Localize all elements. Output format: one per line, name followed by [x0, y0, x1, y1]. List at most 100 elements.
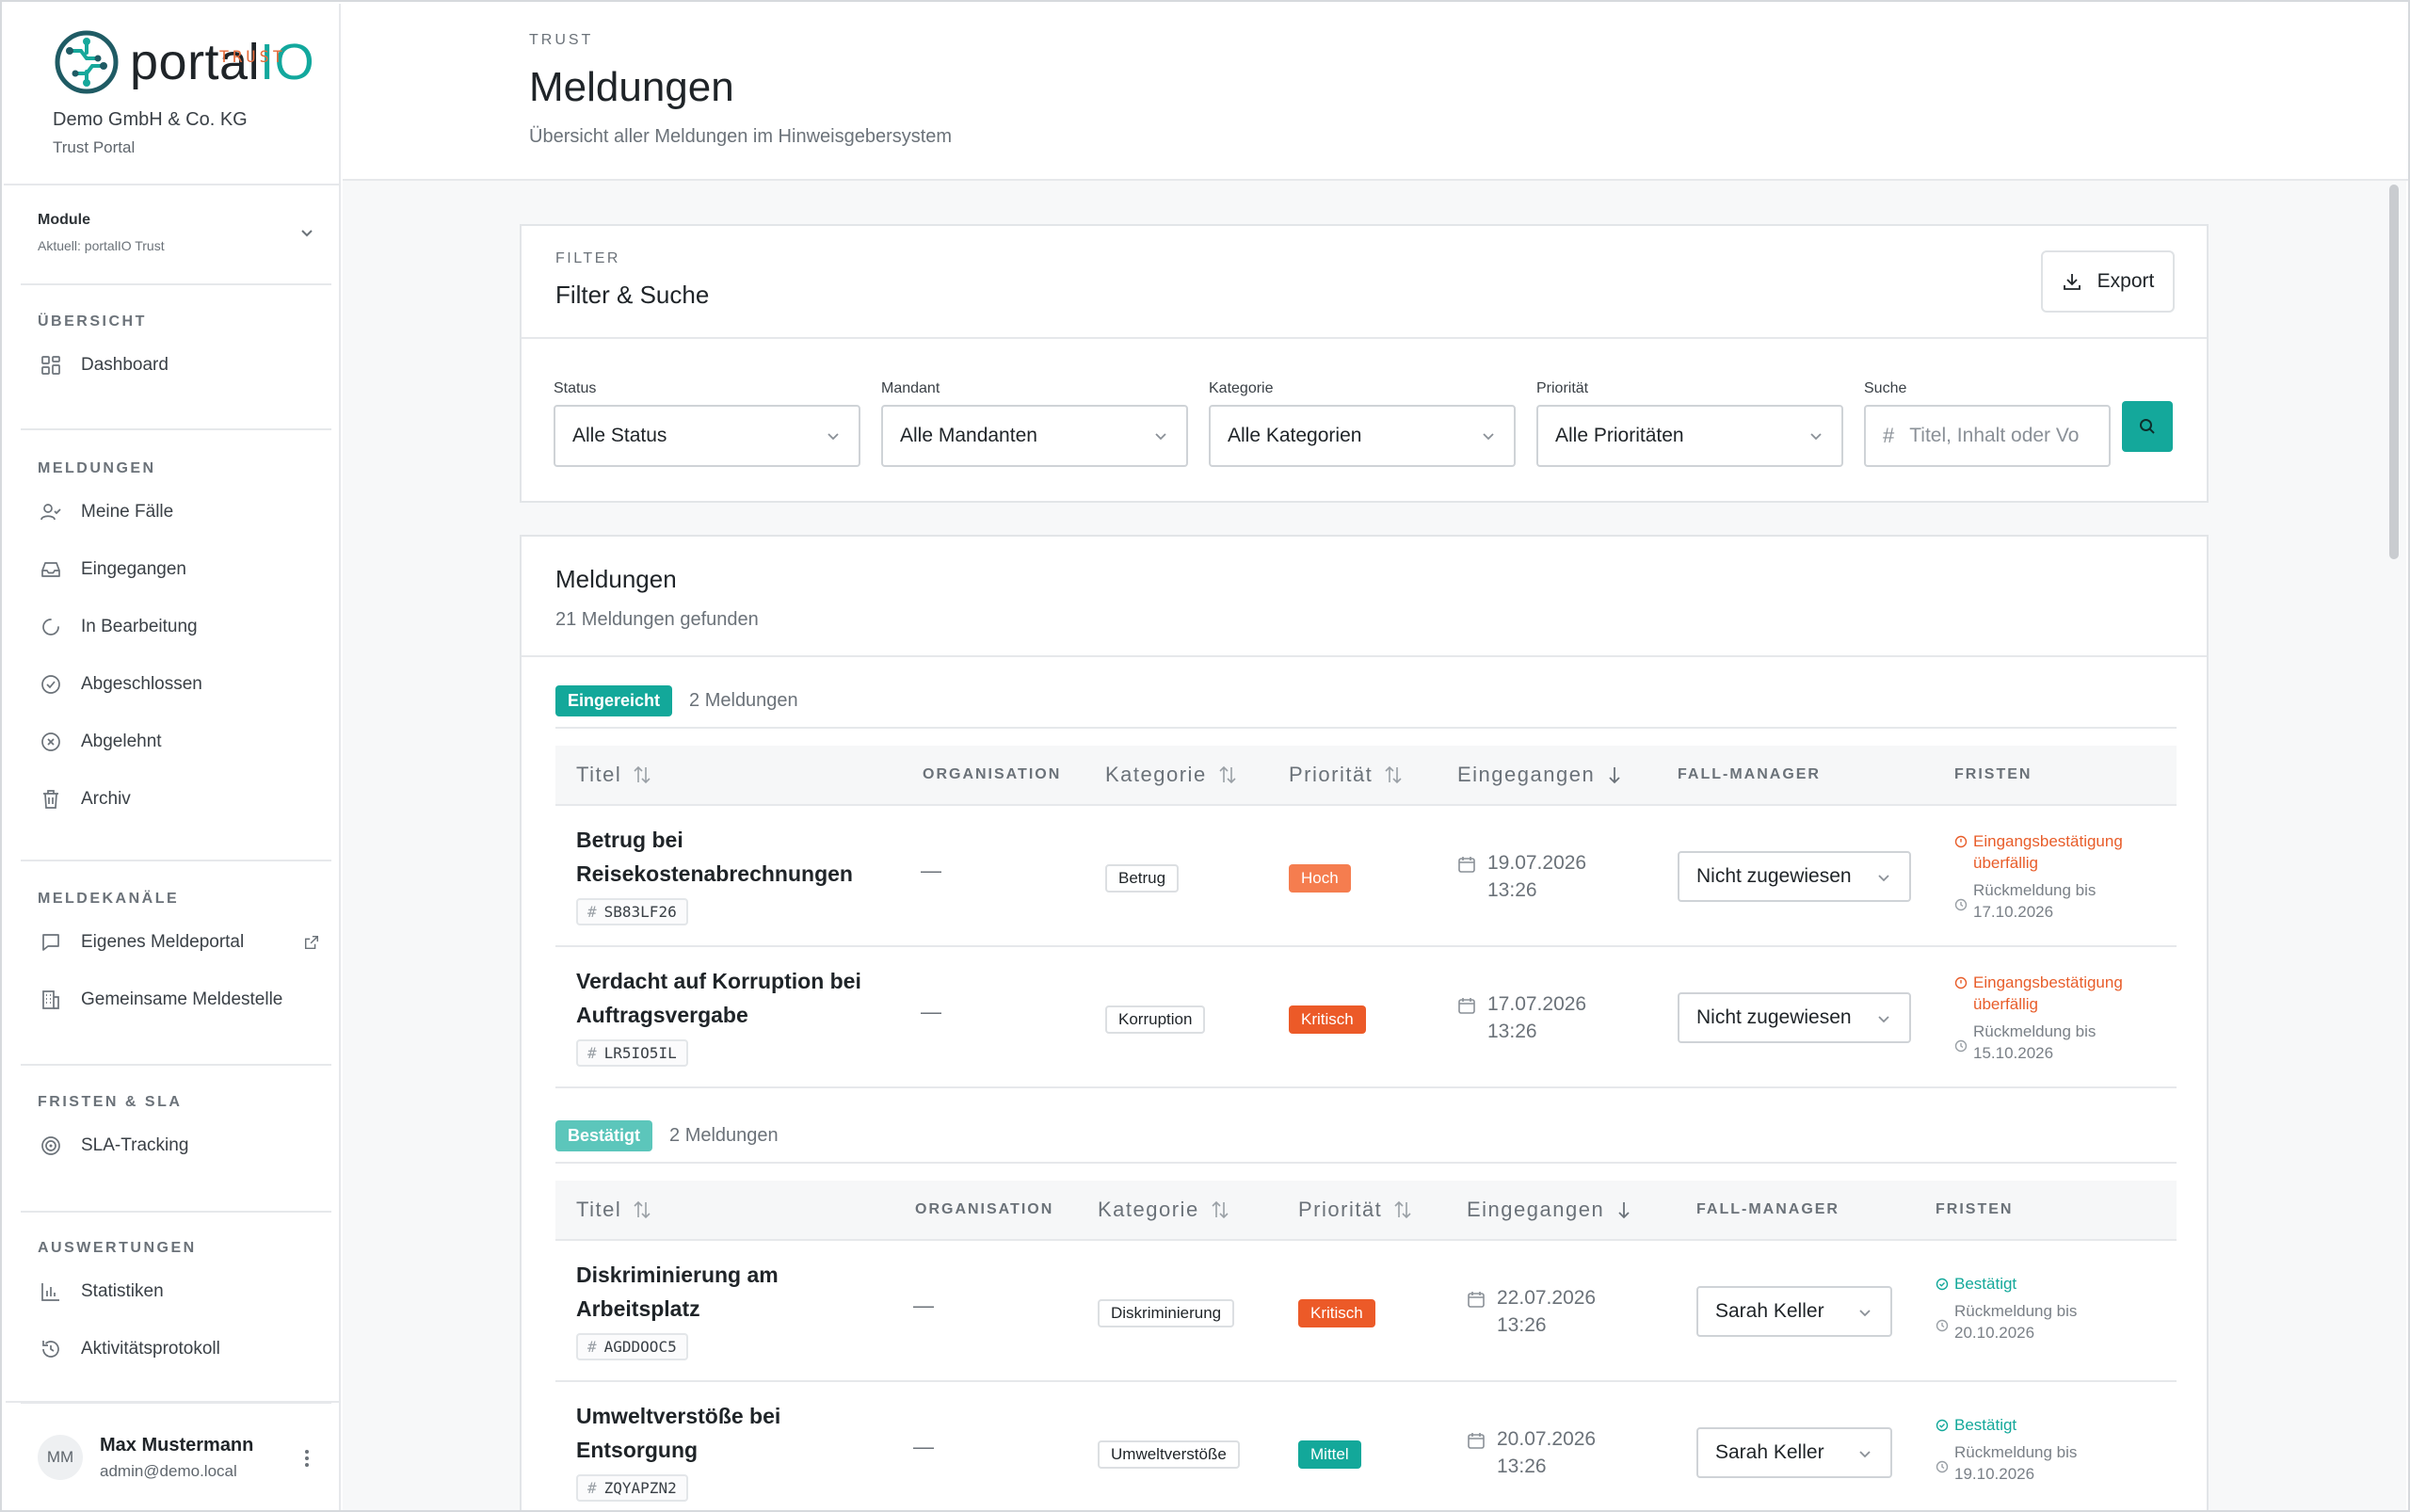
- nav-heading-analytics: AUSWERTUNGEN: [38, 1240, 197, 1256]
- deadlines-cell: Eingangsbestätigung überfällig Rückmeldun…: [1954, 830, 2123, 923]
- results-header: Meldungen 21 Meldungen gefunden: [522, 537, 2207, 657]
- filter-header: FILTER Filter & Suche Export: [522, 226, 2207, 339]
- status-badge: Bestätigt: [555, 1119, 653, 1151]
- col-received[interactable]: Eingegangen: [1457, 746, 1623, 804]
- sidebar-item-activity-log[interactable]: Aktivitätsprotokoll: [21, 1320, 331, 1377]
- manager-select[interactable]: Sarah Keller: [1696, 1286, 1892, 1337]
- col-category[interactable]: Kategorie: [1098, 1181, 1229, 1239]
- search-icon: [2140, 419, 2155, 434]
- scrollbar-thumb[interactable]: [2389, 185, 2399, 559]
- sidebar-item-sla-tracking[interactable]: SLA-Tracking: [21, 1117, 331, 1174]
- table-row[interactable]: Umweltverstöße bei Entsorgung # ZQYAPZN2 —…: [555, 1384, 2177, 1510]
- search-input[interactable]: # Titel, Inhalt oder Vo: [1864, 405, 2111, 467]
- sidebar-item-completed[interactable]: Abgeschlossen: [21, 655, 331, 713]
- user-email: admin@demo.local: [100, 1461, 237, 1480]
- logo-icon: [55, 30, 119, 94]
- select-value: Alle Prioritäten: [1555, 425, 1684, 446]
- manager-value: Nicht zugewiesen: [1696, 1006, 1852, 1028]
- group-header: Bestätigt 2 Meldungen: [555, 1113, 2177, 1164]
- sidebar-item-label: Meine Fälle: [81, 501, 174, 522]
- status-badge: Eingereicht: [555, 684, 673, 716]
- filter-priority: Priorität Alle Prioritäten: [1536, 380, 1843, 467]
- sidebar-item-rejected[interactable]: Abgelehnt: [21, 713, 331, 770]
- status-group-confirmed: Bestätigt 2 Meldungen Titel ORGANISATION…: [555, 1113, 2177, 1502]
- deadlines-cell: Bestätigt Rückmeldung bis 19.10.2026: [1936, 1414, 2077, 1485]
- priority-select[interactable]: Alle Prioritäten: [1536, 405, 1843, 467]
- sidebar-item-shared-office[interactable]: Gemeinsame Meldestelle: [21, 971, 331, 1028]
- col-priority[interactable]: Priorität: [1289, 746, 1403, 804]
- clock-alert-icon: [1954, 976, 1968, 989]
- group-count: 2 Meldungen: [689, 689, 798, 711]
- col-title[interactable]: Titel: [576, 1181, 651, 1239]
- clock-icon: [1954, 898, 1968, 911]
- module-switcher[interactable]: Module Aktuell: portalIO Trust: [21, 185, 331, 285]
- deadline-response: Rückmeldung bis 20.10.2026: [1936, 1300, 2077, 1343]
- sidebar-item-label: Statistiken: [81, 1280, 164, 1301]
- app-window: portalIO TRUST Demo GmbH & Co. KG Trust …: [0, 0, 2410, 1512]
- organisation-value: —: [921, 1000, 941, 1023]
- chevron-down-icon: [1878, 875, 1889, 882]
- manager-select[interactable]: Nicht zugewiesen: [1678, 992, 1911, 1043]
- filter-search: Suche # Titel, Inhalt oder Vo: [1864, 380, 2111, 467]
- sidebar-item-received[interactable]: Eingegangen: [21, 540, 331, 598]
- export-label: Export: [2097, 270, 2155, 292]
- table-row[interactable]: Betrug bei Reisekostenabrechnungen # SB83L…: [555, 808, 2177, 947]
- sidebar-item-in-progress[interactable]: In Bearbeitung: [21, 598, 331, 655]
- filter-title: Filter & Suche: [555, 281, 710, 309]
- more-vertical-icon[interactable]: [303, 1448, 311, 1469]
- loader-icon: [42, 618, 59, 635]
- priority-badge: Kritisch: [1289, 1005, 1366, 1034]
- page-title: Meldungen: [529, 64, 734, 110]
- col-organisation: ORGANISATION: [923, 766, 1062, 782]
- table-row[interactable]: Diskriminierung am Arbeitsplatz # AGDDOOC5…: [555, 1243, 2177, 1382]
- status-select[interactable]: Alle Status: [554, 405, 860, 467]
- manager-select[interactable]: Sarah Keller: [1696, 1427, 1892, 1478]
- logo-subtitle: TRUST: [218, 48, 286, 67]
- sidebar-item-archive[interactable]: Archiv: [21, 770, 331, 828]
- sidebar: portalIO TRUST Demo GmbH & Co. KG Trust …: [4, 4, 341, 1510]
- sidebar-item-statistics[interactable]: Statistiken: [21, 1263, 331, 1320]
- nav-heading-channels: MELDEKANÄLE: [38, 891, 180, 907]
- filter-kicker: FILTER: [555, 250, 620, 266]
- deadline-response: Rückmeldung bis 15.10.2026: [1954, 1021, 2123, 1064]
- sidebar-item-label: Eingegangen: [81, 558, 186, 579]
- filter-tenant: Mandant Alle Mandanten: [881, 380, 1188, 467]
- col-category[interactable]: Kategorie: [1105, 746, 1237, 804]
- status-group-submitted: Eingereicht 2 Meldungen Titel ORGANISATI…: [555, 678, 2177, 1088]
- col-received[interactable]: Eingegangen: [1467, 1181, 1632, 1239]
- nav-section-overview: ÜBERSICHT Dashboard: [21, 314, 331, 430]
- filter-status: Status Alle Status: [554, 380, 860, 467]
- table-row[interactable]: Verdacht auf Korruption bei Auftragsverga…: [555, 949, 2177, 1088]
- sidebar-item-label: Abgeschlossen: [81, 673, 202, 694]
- chevron-down-icon: [1859, 1451, 1871, 1458]
- sidebar-item-my-cases[interactable]: Meine Fälle: [21, 483, 331, 540]
- inbox-icon: [41, 561, 60, 577]
- nav-heading-overview: ÜBERSICHT: [38, 314, 147, 330]
- col-title[interactable]: Titel: [576, 746, 651, 804]
- tenant-select[interactable]: Alle Mandanten: [881, 405, 1188, 467]
- clock-icon: [1936, 1460, 1949, 1473]
- clock-icon: [1936, 1319, 1949, 1332]
- scrollbar[interactable]: [2382, 181, 2406, 1510]
- user-profile[interactable]: MM Max Mustermann admin@demo.local: [6, 1401, 341, 1510]
- sort-icon: [634, 1200, 651, 1219]
- field-label: Mandant: [881, 380, 940, 396]
- manager-value: Sarah Keller: [1715, 1441, 1824, 1463]
- filter-card: FILTER Filter & Suche Export Status Alle…: [520, 224, 2209, 503]
- deadline-response: Rückmeldung bis 17.10.2026: [1954, 879, 2123, 923]
- export-button[interactable]: Export: [2041, 250, 2175, 313]
- sidebar-item-dashboard[interactable]: Dashboard: [21, 336, 331, 394]
- col-priority[interactable]: Priorität: [1298, 1181, 1412, 1239]
- sort-icon: [1219, 765, 1236, 784]
- manager-select[interactable]: Nicht zugewiesen: [1678, 851, 1911, 902]
- company-name: Demo GmbH & Co. KG: [53, 109, 248, 130]
- arrow-down-icon: [1618, 1202, 1630, 1219]
- search-button[interactable]: [2122, 401, 2173, 452]
- external-link-icon: [304, 935, 319, 949]
- category-select[interactable]: Alle Kategorien: [1209, 405, 1516, 467]
- sidebar-item-label: Eigenes Meldeportal: [81, 931, 245, 952]
- sidebar-item-own-portal[interactable]: Eigenes Meldeportal: [21, 913, 331, 971]
- logo[interactable]: portalIO: [53, 28, 339, 96]
- page-kicker: TRUST: [529, 32, 594, 48]
- user-check-icon: [40, 503, 61, 520]
